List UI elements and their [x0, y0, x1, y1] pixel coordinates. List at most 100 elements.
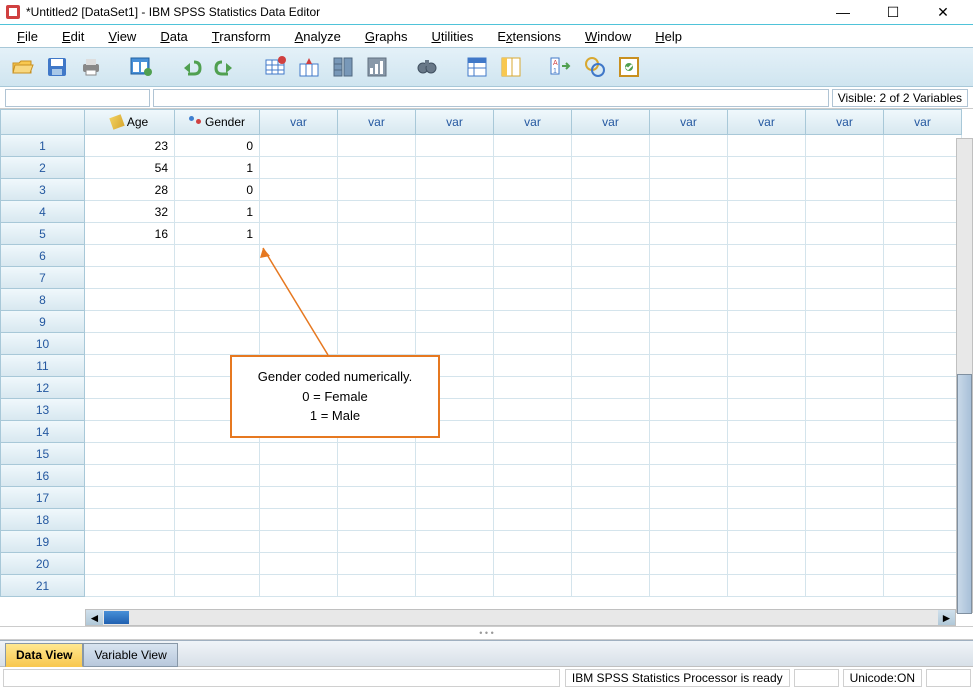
cell-empty[interactable]: [572, 575, 650, 597]
cell-gender[interactable]: [175, 267, 260, 289]
column-header-var[interactable]: var: [416, 109, 494, 135]
column-header-var[interactable]: var: [338, 109, 416, 135]
cell-empty[interactable]: [884, 333, 962, 355]
cell-empty[interactable]: [572, 531, 650, 553]
cell-gender[interactable]: 1: [175, 157, 260, 179]
cell-empty[interactable]: [416, 311, 494, 333]
cell-empty[interactable]: [806, 355, 884, 377]
cell-gender[interactable]: [175, 465, 260, 487]
cell-age[interactable]: [85, 509, 175, 531]
cell-empty[interactable]: [494, 355, 572, 377]
cell-empty[interactable]: [416, 135, 494, 157]
row-header[interactable]: 12: [0, 377, 85, 399]
row-header[interactable]: 16: [0, 465, 85, 487]
cell-empty[interactable]: [260, 531, 338, 553]
cell-empty[interactable]: [260, 267, 338, 289]
menu-help[interactable]: Help: [643, 27, 694, 46]
cell-empty[interactable]: [728, 465, 806, 487]
cell-empty[interactable]: [260, 223, 338, 245]
cell-empty[interactable]: [650, 575, 728, 597]
cell-empty[interactable]: [260, 553, 338, 575]
row-header[interactable]: 20: [0, 553, 85, 575]
insert-variable-button[interactable]: [496, 52, 526, 82]
cell-empty[interactable]: [884, 157, 962, 179]
column-header-var[interactable]: var: [884, 109, 962, 135]
cell-age[interactable]: 28: [85, 179, 175, 201]
column-header-var[interactable]: var: [650, 109, 728, 135]
cell-empty[interactable]: [728, 487, 806, 509]
menu-analyze[interactable]: Analyze: [283, 27, 353, 46]
cell-empty[interactable]: [728, 289, 806, 311]
variables-button[interactable]: [328, 52, 358, 82]
cell-empty[interactable]: [338, 201, 416, 223]
cell-empty[interactable]: [728, 267, 806, 289]
cell-age[interactable]: [85, 377, 175, 399]
cell-empty[interactable]: [806, 399, 884, 421]
cell-empty[interactable]: [260, 157, 338, 179]
cell-empty[interactable]: [416, 179, 494, 201]
cell-empty[interactable]: [728, 135, 806, 157]
cell-empty[interactable]: [338, 575, 416, 597]
row-header[interactable]: 19: [0, 531, 85, 553]
split-file-button[interactable]: A1: [546, 52, 576, 82]
row-header[interactable]: 8: [0, 289, 85, 311]
cell-empty[interactable]: [572, 311, 650, 333]
row-header[interactable]: 15: [0, 443, 85, 465]
row-header[interactable]: 10: [0, 333, 85, 355]
cell-empty[interactable]: [338, 487, 416, 509]
column-header-var[interactable]: var: [494, 109, 572, 135]
cell-age[interactable]: 23: [85, 135, 175, 157]
cell-empty[interactable]: [884, 421, 962, 443]
cell-empty[interactable]: [338, 311, 416, 333]
cell-empty[interactable]: [806, 509, 884, 531]
menu-extensions[interactable]: Extensions: [485, 27, 573, 46]
row-header[interactable]: 13: [0, 399, 85, 421]
cell-empty[interactable]: [572, 487, 650, 509]
cell-empty[interactable]: [338, 553, 416, 575]
vertical-scrollbar[interactable]: [956, 138, 973, 613]
cell-gender[interactable]: [175, 553, 260, 575]
cell-empty[interactable]: [494, 509, 572, 531]
cell-empty[interactable]: [494, 223, 572, 245]
cell-empty[interactable]: [494, 311, 572, 333]
cell-age[interactable]: [85, 311, 175, 333]
cell-empty[interactable]: [650, 201, 728, 223]
cell-empty[interactable]: [494, 201, 572, 223]
cell-empty[interactable]: [728, 311, 806, 333]
scroll-left-button[interactable]: ◄: [86, 610, 103, 625]
cell-empty[interactable]: [572, 223, 650, 245]
cell-empty[interactable]: [572, 509, 650, 531]
cell-empty[interactable]: [650, 333, 728, 355]
cell-empty[interactable]: [572, 399, 650, 421]
cell-empty[interactable]: [416, 245, 494, 267]
cell-gender[interactable]: 0: [175, 135, 260, 157]
cell-empty[interactable]: [494, 531, 572, 553]
cell-empty[interactable]: [260, 575, 338, 597]
cell-empty[interactable]: [728, 531, 806, 553]
cell-gender[interactable]: 1: [175, 223, 260, 245]
name-box[interactable]: [5, 89, 150, 107]
cell-empty[interactable]: [572, 201, 650, 223]
cell-age[interactable]: [85, 531, 175, 553]
cell-age[interactable]: [85, 333, 175, 355]
cell-empty[interactable]: [728, 421, 806, 443]
cell-empty[interactable]: [416, 267, 494, 289]
menu-data[interactable]: Data: [148, 27, 199, 46]
cell-empty[interactable]: [494, 333, 572, 355]
cell-empty[interactable]: [494, 421, 572, 443]
cell-empty[interactable]: [338, 179, 416, 201]
cell-empty[interactable]: [338, 245, 416, 267]
cell-empty[interactable]: [416, 157, 494, 179]
cell-empty[interactable]: [338, 531, 416, 553]
formula-box[interactable]: [153, 89, 829, 107]
goto-case-button[interactable]: [260, 52, 290, 82]
cell-age[interactable]: [85, 289, 175, 311]
cell-empty[interactable]: [416, 333, 494, 355]
cell-empty[interactable]: [728, 333, 806, 355]
insert-cases-button[interactable]: [462, 52, 492, 82]
weight-cases-button[interactable]: [580, 52, 610, 82]
cell-empty[interactable]: [650, 355, 728, 377]
cell-empty[interactable]: [260, 179, 338, 201]
cell-empty[interactable]: [572, 179, 650, 201]
cell-empty[interactable]: [494, 267, 572, 289]
